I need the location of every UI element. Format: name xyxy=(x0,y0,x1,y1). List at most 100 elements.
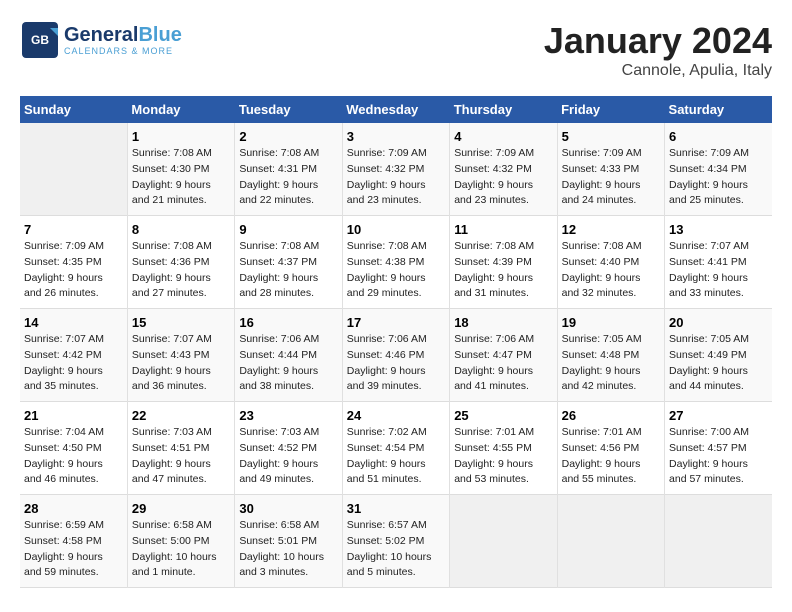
logo: GB GeneralBlue CALENDARS & MORE xyxy=(20,20,182,60)
week-row-1: 1 Sunrise: 7:08 AMSunset: 4:30 PMDaylight… xyxy=(20,123,772,216)
header-row: SundayMondayTuesdayWednesdayThursdayFrid… xyxy=(20,96,772,123)
calendar-cell: 19 Sunrise: 7:05 AMSunset: 4:48 PMDayligh… xyxy=(557,309,664,402)
calendar-cell: 23Sunrise: 7:03 AMSunset: 4:52 PMDayligh… xyxy=(235,402,342,495)
calendar-cell xyxy=(557,495,664,588)
day-info: Sunrise: 7:05 AMSunset: 4:49 PMDaylight:… xyxy=(669,332,768,395)
calendar-cell: 24 Sunrise: 7:02 AMSunset: 4:54 PMDayligh… xyxy=(342,402,449,495)
calendar-cell: 21 Sunrise: 7:04 AMSunset: 4:50 PMDayligh… xyxy=(20,402,127,495)
day-number: 24 xyxy=(347,408,445,423)
day-info: Sunrise: 7:07 AMSunset: 4:41 PMDaylight:… xyxy=(669,239,768,302)
calendar-cell: 13 Sunrise: 7:07 AMSunset: 4:41 PMDayligh… xyxy=(665,216,772,309)
day-number: 21 xyxy=(24,408,123,423)
day-info: Sunrise: 7:08 AMSunset: 4:38 PMDaylight:… xyxy=(347,239,445,302)
calendar-body: 1 Sunrise: 7:08 AMSunset: 4:30 PMDaylight… xyxy=(20,123,772,588)
calendar-cell xyxy=(450,495,557,588)
day-info: Sunrise: 7:06 AMSunset: 4:47 PMDaylight:… xyxy=(454,332,552,395)
day-info: Sunrise: 7:07 AMSunset: 4:43 PMDaylight:… xyxy=(132,332,230,395)
day-number: 19 xyxy=(562,315,660,330)
calendar-cell: 11 Sunrise: 7:08 AMSunset: 4:39 PMDayligh… xyxy=(450,216,557,309)
calendar-cell: 18 Sunrise: 7:06 AMSunset: 4:47 PMDayligh… xyxy=(450,309,557,402)
day-number: 9 xyxy=(239,222,337,237)
calendar-cell xyxy=(20,123,127,216)
day-number: 29 xyxy=(132,501,230,516)
calendar-cell: 15 Sunrise: 7:07 AMSunset: 4:43 PMDayligh… xyxy=(127,309,234,402)
header-cell-thursday: Thursday xyxy=(450,96,557,123)
day-info: Sunrise: 7:08 AMSunset: 4:40 PMDaylight:… xyxy=(562,239,660,302)
day-number: 2 xyxy=(239,129,337,144)
day-info: Sunrise: 7:08 AMSunset: 4:31 PMDaylight:… xyxy=(239,146,337,209)
day-info: Sunrise: 6:58 AMSunset: 5:00 PMDaylight:… xyxy=(132,518,230,581)
header-cell-friday: Friday xyxy=(557,96,664,123)
day-info: Sunrise: 7:05 AMSunset: 4:48 PMDaylight:… xyxy=(562,332,660,395)
logo-tagline: CALENDARS & MORE xyxy=(64,46,182,56)
day-number: 14 xyxy=(24,315,123,330)
calendar-cell: 5Sunrise: 7:09 AMSunset: 4:33 PMDaylight… xyxy=(557,123,664,216)
day-number: 25 xyxy=(454,408,552,423)
calendar-table: SundayMondayTuesdayWednesdayThursdayFrid… xyxy=(20,96,772,588)
day-info: Sunrise: 7:08 AMSunset: 4:37 PMDaylight:… xyxy=(239,239,337,302)
calendar-cell: 31Sunrise: 6:57 AMSunset: 5:02 PMDayligh… xyxy=(342,495,449,588)
day-number: 13 xyxy=(669,222,768,237)
logo-icon: GB xyxy=(20,20,60,60)
day-number: 12 xyxy=(562,222,660,237)
calendar-cell xyxy=(665,495,772,588)
day-info: Sunrise: 7:09 AMSunset: 4:32 PMDaylight:… xyxy=(347,146,445,209)
day-info: Sunrise: 7:03 AMSunset: 4:51 PMDaylight:… xyxy=(132,425,230,488)
day-number: 11 xyxy=(454,222,552,237)
header-cell-monday: Monday xyxy=(127,96,234,123)
day-number: 10 xyxy=(347,222,445,237)
calendar-cell: 26 Sunrise: 7:01 AMSunset: 4:56 PMDayligh… xyxy=(557,402,664,495)
day-info: Sunrise: 7:09 AMSunset: 4:32 PMDaylight:… xyxy=(454,146,552,209)
day-info: Sunrise: 7:09 AMSunset: 4:35 PMDaylight:… xyxy=(24,239,123,302)
calendar-cell: 1 Sunrise: 7:08 AMSunset: 4:30 PMDaylight… xyxy=(127,123,234,216)
day-info: Sunrise: 7:04 AMSunset: 4:50 PMDaylight:… xyxy=(24,425,123,488)
calendar-cell: 22 Sunrise: 7:03 AMSunset: 4:51 PMDayligh… xyxy=(127,402,234,495)
month-title: January 2024 xyxy=(544,20,772,62)
calendar-cell: 2 Sunrise: 7:08 AMSunset: 4:31 PMDaylight… xyxy=(235,123,342,216)
day-number: 23 xyxy=(239,408,337,423)
day-number: 27 xyxy=(669,408,768,423)
calendar-cell: 9 Sunrise: 7:08 AMSunset: 4:37 PMDaylight… xyxy=(235,216,342,309)
calendar-cell: 17Sunrise: 7:06 AMSunset: 4:46 PMDayligh… xyxy=(342,309,449,402)
day-number: 3 xyxy=(347,129,445,144)
location-title: Cannole, Apulia, Italy xyxy=(544,62,772,80)
day-number: 18 xyxy=(454,315,552,330)
logo-text: GeneralBlue xyxy=(64,24,182,46)
svg-text:GB: GB xyxy=(31,33,49,47)
day-info: Sunrise: 7:09 AMSunset: 4:34 PMDaylight:… xyxy=(669,146,768,209)
calendar-cell: 20Sunrise: 7:05 AMSunset: 4:49 PMDayligh… xyxy=(665,309,772,402)
day-info: Sunrise: 6:58 AMSunset: 5:01 PMDaylight:… xyxy=(239,518,337,581)
calendar-header: SundayMondayTuesdayWednesdayThursdayFrid… xyxy=(20,96,772,123)
day-number: 4 xyxy=(454,129,552,144)
day-info: Sunrise: 6:57 AMSunset: 5:02 PMDaylight:… xyxy=(347,518,445,581)
header-cell-tuesday: Tuesday xyxy=(235,96,342,123)
calendar-cell: 30Sunrise: 6:58 AMSunset: 5:01 PMDayligh… xyxy=(235,495,342,588)
calendar-cell: 25Sunrise: 7:01 AMSunset: 4:55 PMDayligh… xyxy=(450,402,557,495)
calendar-cell: 4 Sunrise: 7:09 AMSunset: 4:32 PMDaylight… xyxy=(450,123,557,216)
calendar-cell: 7 Sunrise: 7:09 AMSunset: 4:35 PMDaylight… xyxy=(20,216,127,309)
calendar-cell: 8Sunrise: 7:08 AMSunset: 4:36 PMDaylight… xyxy=(127,216,234,309)
day-info: Sunrise: 7:02 AMSunset: 4:54 PMDaylight:… xyxy=(347,425,445,488)
week-row-4: 21 Sunrise: 7:04 AMSunset: 4:50 PMDayligh… xyxy=(20,402,772,495)
page-header: GB GeneralBlue CALENDARS & MORE January … xyxy=(20,20,772,80)
day-number: 6 xyxy=(669,129,768,144)
day-info: Sunrise: 7:08 AMSunset: 4:39 PMDaylight:… xyxy=(454,239,552,302)
calendar-cell: 10 Sunrise: 7:08 AMSunset: 4:38 PMDayligh… xyxy=(342,216,449,309)
day-info: Sunrise: 7:08 AMSunset: 4:36 PMDaylight:… xyxy=(132,239,230,302)
day-number: 28 xyxy=(24,501,123,516)
week-row-5: 28Sunrise: 6:59 AMSunset: 4:58 PMDayligh… xyxy=(20,495,772,588)
calendar-cell: 16Sunrise: 7:06 AMSunset: 4:44 PMDayligh… xyxy=(235,309,342,402)
day-info: Sunrise: 7:01 AMSunset: 4:56 PMDaylight:… xyxy=(562,425,660,488)
day-number: 1 xyxy=(132,129,230,144)
calendar-cell: 6 Sunrise: 7:09 AMSunset: 4:34 PMDaylight… xyxy=(665,123,772,216)
day-number: 15 xyxy=(132,315,230,330)
header-cell-saturday: Saturday xyxy=(665,96,772,123)
day-number: 5 xyxy=(562,129,660,144)
day-info: Sunrise: 7:08 AMSunset: 4:30 PMDaylight:… xyxy=(132,146,230,209)
day-number: 7 xyxy=(24,222,123,237)
day-number: 22 xyxy=(132,408,230,423)
header-cell-wednesday: Wednesday xyxy=(342,96,449,123)
week-row-3: 14Sunrise: 7:07 AMSunset: 4:42 PMDayligh… xyxy=(20,309,772,402)
day-number: 26 xyxy=(562,408,660,423)
calendar-cell: 14Sunrise: 7:07 AMSunset: 4:42 PMDayligh… xyxy=(20,309,127,402)
